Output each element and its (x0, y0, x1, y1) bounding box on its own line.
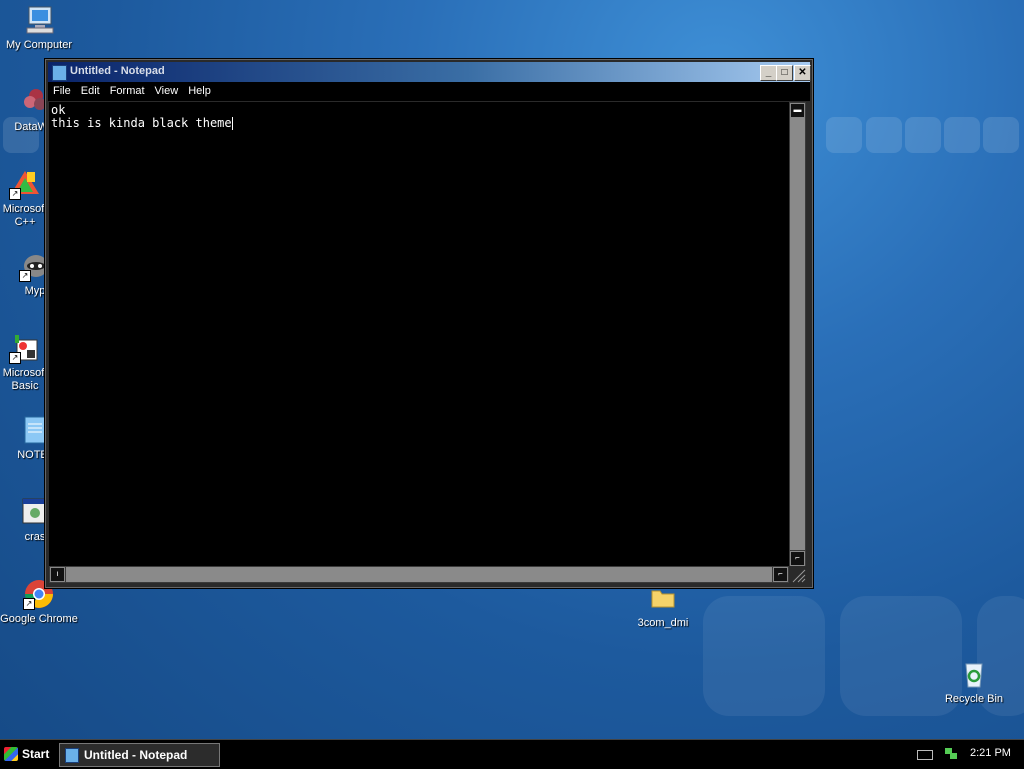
computer-icon (23, 4, 55, 36)
start-button[interactable]: Start (2, 744, 54, 764)
vertical-scroll-thumb[interactable] (790, 118, 805, 550)
taskbar-item-notepad[interactable]: Untitled - Notepad (59, 743, 220, 767)
vertical-scrollbar[interactable]: ▬ ⌐ (789, 102, 806, 566)
desktop-icon-recycle-bin[interactable]: Recycle Bin (935, 658, 1013, 706)
desktop-tile (826, 117, 862, 153)
maximize-button[interactable]: □ (776, 65, 793, 81)
desktop-icon-label: Recycle Bin (944, 693, 1004, 705)
scroll-up-button[interactable]: ▬ (790, 103, 805, 118)
desktop-icon-label: My Computer (5, 39, 73, 51)
scroll-down-button[interactable]: ⌐ (790, 551, 805, 566)
clock[interactable]: 2:21 PM (970, 747, 1011, 759)
start-label: Start (22, 747, 50, 761)
desktop-icon-3com-dmi[interactable]: 3com_dmi (624, 582, 702, 630)
menu-format[interactable]: Format (105, 82, 150, 97)
desktop-tile (905, 117, 941, 153)
text-line-with-cursor: this is kinda black theme (51, 117, 787, 130)
shortcut-arrow-icon: ↗ (19, 270, 31, 282)
notepad-window[interactable]: Untitled - Notepad _ □ ✕ File Edit Format V… (45, 59, 813, 588)
desktop-icon-my-computer[interactable]: My Computer (0, 4, 78, 52)
text-editor[interactable]: ok this is kinda black theme (49, 102, 789, 566)
horizontal-scroll-thumb[interactable] (66, 567, 772, 582)
windows-flag-icon (4, 747, 18, 761)
notepad-icon (65, 748, 79, 763)
menu-edit[interactable]: Edit (76, 82, 105, 97)
visual-basic-icon: ↗ (9, 332, 41, 364)
shortcut-arrow-icon: ↗ (23, 598, 35, 610)
visual-cpp-icon: ↗ (9, 168, 41, 200)
text-line: this is kinda black theme (51, 116, 232, 130)
menu-file[interactable]: File (48, 82, 76, 97)
scroll-right-button[interactable]: ⌐ (773, 567, 788, 582)
text-cursor (231, 117, 233, 130)
desktop-tile-large (703, 596, 825, 716)
menu-view[interactable]: View (150, 82, 184, 97)
window-title: Untitled - Notepad (70, 65, 165, 77)
network-icon[interactable] (944, 746, 958, 760)
close-button[interactable]: ✕ (794, 65, 811, 81)
notepad-icon (52, 65, 67, 81)
desktop-tile (866, 117, 902, 153)
minimize-button[interactable]: _ (760, 65, 777, 81)
desktop-icon-label: Google Chrome (0, 613, 78, 625)
menu-help[interactable]: Help (183, 82, 216, 97)
keyboard-icon[interactable] (917, 750, 933, 760)
taskbar: Start Untitled - Notepad 2:21 PM (0, 739, 1024, 769)
menu-bar: File Edit Format View Help (48, 82, 810, 101)
desktop-icon-label: 3com_dmi (637, 617, 689, 629)
horizontal-scrollbar[interactable]: ı ⌐ (49, 566, 789, 583)
taskbar-item-label: Untitled - Notepad (84, 748, 188, 762)
recycle-bin-icon (958, 658, 990, 690)
resize-grip[interactable] (789, 566, 806, 583)
desktop-tile (983, 117, 1019, 153)
desktop-tile (944, 117, 980, 153)
scroll-left-button[interactable]: ı (50, 567, 65, 582)
shortcut-arrow-icon: ↗ (9, 352, 21, 364)
shortcut-arrow-icon: ↗ (9, 188, 21, 200)
title-bar[interactable]: Untitled - Notepad _ □ ✕ (48, 62, 811, 82)
